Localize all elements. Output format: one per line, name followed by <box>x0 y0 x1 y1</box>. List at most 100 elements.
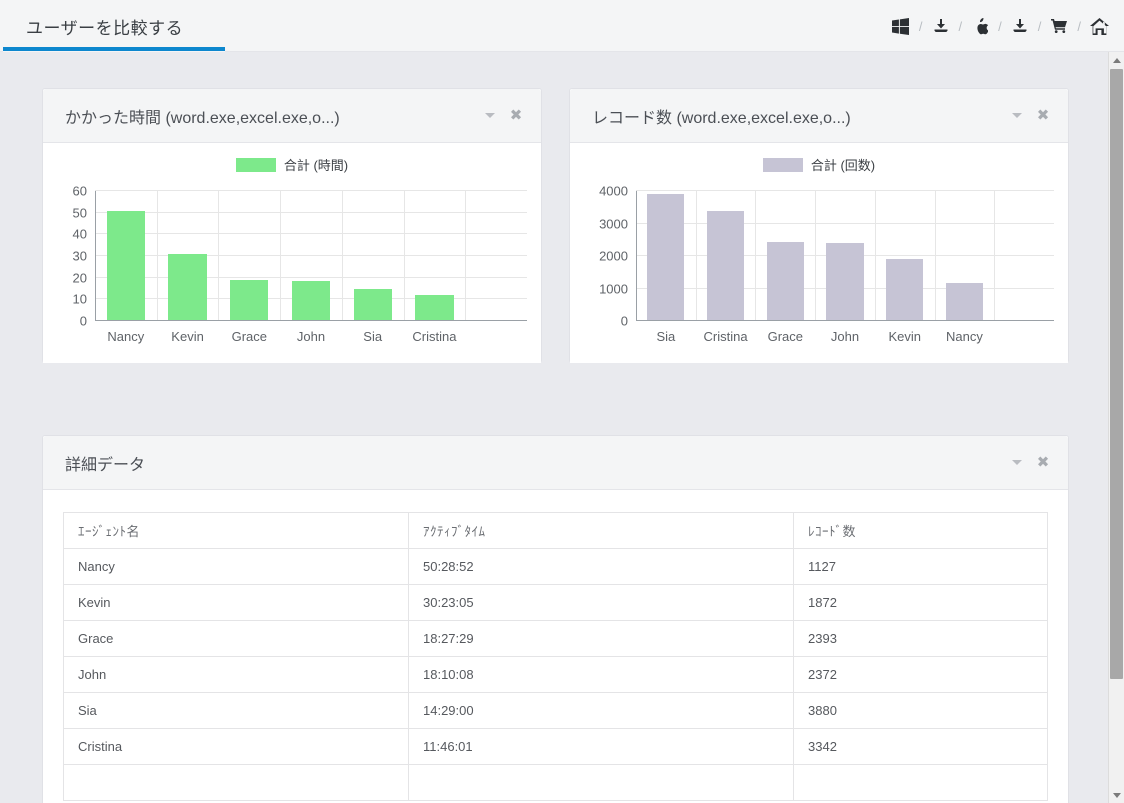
y-axis-tick-label: 3000 <box>599 216 628 231</box>
table-cell-2: 2393 <box>793 620 1048 657</box>
x-axis-tick-label: Cristina <box>412 329 457 344</box>
legend-swatch <box>762 157 803 172</box>
table-row[interactable]: Nancy 50:28:52 1127 <box>63 548 1048 585</box>
bar-kevin[interactable] <box>886 259 924 320</box>
detail-table: ｴｰｼﾞｪﾝﾄ名 ｱｸﾃｨﾌﾞﾀｲﾑ ﾚｺｰﾄﾞ数 Nancy 50:28:52 112… <box>63 512 1048 801</box>
gridline-vertical <box>874 191 876 321</box>
y-axis-tick-label: 40 <box>72 226 87 242</box>
scroll-up-button[interactable] <box>1109 52 1124 68</box>
panel-time-collapse-button[interactable] <box>477 103 503 129</box>
y-axis <box>95 191 96 321</box>
y-axis-tick-label: 4000 <box>599 183 628 199</box>
x-axis <box>636 320 1054 321</box>
gridline <box>95 190 527 191</box>
bar-sia[interactable] <box>353 288 392 320</box>
table-cell-0 <box>63 764 409 801</box>
panel-record-collapse-button[interactable] <box>1004 103 1030 129</box>
chart-records-plot: 0 1000 2000 3000 4000 Sia Cristina Grace John Kev… <box>599 184 1054 344</box>
table-row[interactable]: John 18:10:08 2372 <box>63 656 1048 693</box>
top-bar: ユーザーを比較する / / / / / <box>0 0 1124 52</box>
gridline-vertical <box>815 191 817 321</box>
y-axis-tick-label: 50 <box>72 205 87 221</box>
detail-table-head: ｴｰｼﾞｪﾝﾄ名 ｱｸﾃｨﾌﾞﾀｲﾑ ﾚｺｰﾄﾞ数 <box>63 512 1048 549</box>
scrollbar-thumb[interactable] <box>1110 69 1123 679</box>
icon-separator: / <box>918 18 923 34</box>
table-cell-1: 50:28:52 <box>408 548 794 585</box>
bar-cristina[interactable] <box>707 211 745 320</box>
table-row[interactable]: Sia 14:29:00 3880 <box>63 692 1048 729</box>
triangle-down-icon <box>1112 792 1121 798</box>
top-icon-bar: / / / / / <box>888 0 1112 52</box>
chart-records-legend: 合計 (回数) <box>570 155 1068 174</box>
x-axis-tick-label: Kevin <box>888 329 921 344</box>
table-row[interactable]: Kevin 30:23:05 1872 <box>63 584 1048 621</box>
gridline-vertical <box>994 191 996 321</box>
panel-record-header: レコード数 (word.exe,excel.exe,o...) ✖ <box>570 89 1068 143</box>
gridline <box>95 233 527 235</box>
apple-icon[interactable] <box>967 13 993 39</box>
bar-nancy[interactable] <box>106 210 145 320</box>
chart-time: 合計 (時間) 0 10 20 30 40 50 60 Nancy Kevin Grace John… <box>43 143 541 363</box>
table-cell-0: Kevin <box>63 584 409 621</box>
y-axis-tick-label: 60 <box>72 183 87 199</box>
gridline-vertical <box>156 191 158 321</box>
cart-icon[interactable] <box>1046 13 1072 39</box>
table-cell-2: 2372 <box>793 656 1048 693</box>
bar-sia[interactable] <box>647 193 685 320</box>
panel-time-close-button[interactable]: ✖ <box>503 103 529 129</box>
bar-kevin[interactable] <box>168 254 207 320</box>
icon-separator: / <box>998 18 1002 34</box>
icon-separator: / <box>958 18 963 34</box>
table-column-header-0[interactable]: ｴｰｼﾞｪﾝﾄ名 <box>63 512 409 549</box>
close-icon: ✖ <box>509 107 523 124</box>
bar-grace[interactable] <box>766 242 804 320</box>
home-icon[interactable] <box>1086 13 1112 39</box>
panel-detail-collapse-button[interactable] <box>1004 450 1030 476</box>
vertical-scrollbar[interactable] <box>1108 52 1124 803</box>
table-cell-0: Nancy <box>63 548 409 585</box>
table-column-header-1[interactable]: ｱｸﾃｨﾌﾞﾀｲﾑ <box>408 512 794 549</box>
detail-table-wrapper: ｴｰｼﾞｪﾝﾄ名 ｱｸﾃｨﾌﾞﾀｲﾑ ﾚｺｰﾄﾞ数 Nancy 50:28:52 112… <box>43 490 1068 801</box>
bar-john[interactable] <box>826 242 864 320</box>
x-axis-tick-label: John <box>830 329 860 344</box>
close-icon: ✖ <box>1036 454 1050 471</box>
x-axis-tick-label: Cristina <box>703 329 748 344</box>
download-icon-2[interactable] <box>1007 13 1033 39</box>
windows-icon[interactable] <box>888 13 914 39</box>
bar-nancy[interactable] <box>945 283 983 320</box>
x-axis-tick-label: Kevin <box>171 329 204 344</box>
bar-grace[interactable] <box>230 280 269 320</box>
gridline-vertical <box>280 191 282 321</box>
chevron-down-icon <box>1012 460 1022 465</box>
table-row[interactable]: Grace 18:27:29 2393 <box>63 620 1048 657</box>
panel-detail-close-button[interactable]: ✖ <box>1030 450 1056 476</box>
panel-record-close-button[interactable]: ✖ <box>1030 103 1056 129</box>
gridline <box>95 255 527 256</box>
bar-cristina[interactable] <box>415 294 454 320</box>
table-cell-1: 11:46:01 <box>408 728 794 765</box>
panel-record-title: レコード数 (word.exe,excel.exe,o...) <box>592 109 851 127</box>
tab-active-indicator <box>3 47 225 51</box>
table-cell-0: Cristina <box>63 728 409 765</box>
y-axis <box>636 191 637 321</box>
bar-john[interactable] <box>291 280 331 320</box>
table-column-header-2[interactable]: ﾚｺｰﾄﾞ数 <box>793 512 1048 549</box>
table-row-partial[interactable] <box>63 764 1048 801</box>
gridline <box>95 276 527 278</box>
chart-time-legend: 合計 (時間) <box>43 155 541 174</box>
x-axis-tick-label: Nancy <box>107 329 145 344</box>
download-icon[interactable] <box>928 13 954 39</box>
chevron-down-icon <box>1012 113 1022 118</box>
table-row[interactable]: Cristina 11:46:01 3342 <box>63 728 1048 765</box>
chart-time-plot: 0 10 20 30 40 50 60 Nancy Kevin Grace John Sia Crist… <box>73 184 527 344</box>
close-icon: ✖ <box>1036 107 1050 124</box>
table-cell-2: 1127 <box>793 548 1048 585</box>
table-cell-1: 30:23:05 <box>408 584 794 621</box>
tab-compare-users[interactable]: ユーザーを比較する <box>3 0 225 52</box>
panel-time-chart: かかった時間 (word.exe,excel.exe,o...) ✖ 合計 (時… <box>42 88 542 363</box>
legend-label: 合計 (時間) <box>283 158 349 173</box>
panel-time-body: 合計 (時間) 0 10 20 30 40 50 60 Nancy Kevin Grace John… <box>43 143 541 363</box>
table-cell-2 <box>793 764 1048 801</box>
dashboard-stage: かかった時間 (word.exe,excel.exe,o...) ✖ 合計 (時… <box>0 52 1124 803</box>
scroll-down-button[interactable] <box>1109 787 1124 803</box>
